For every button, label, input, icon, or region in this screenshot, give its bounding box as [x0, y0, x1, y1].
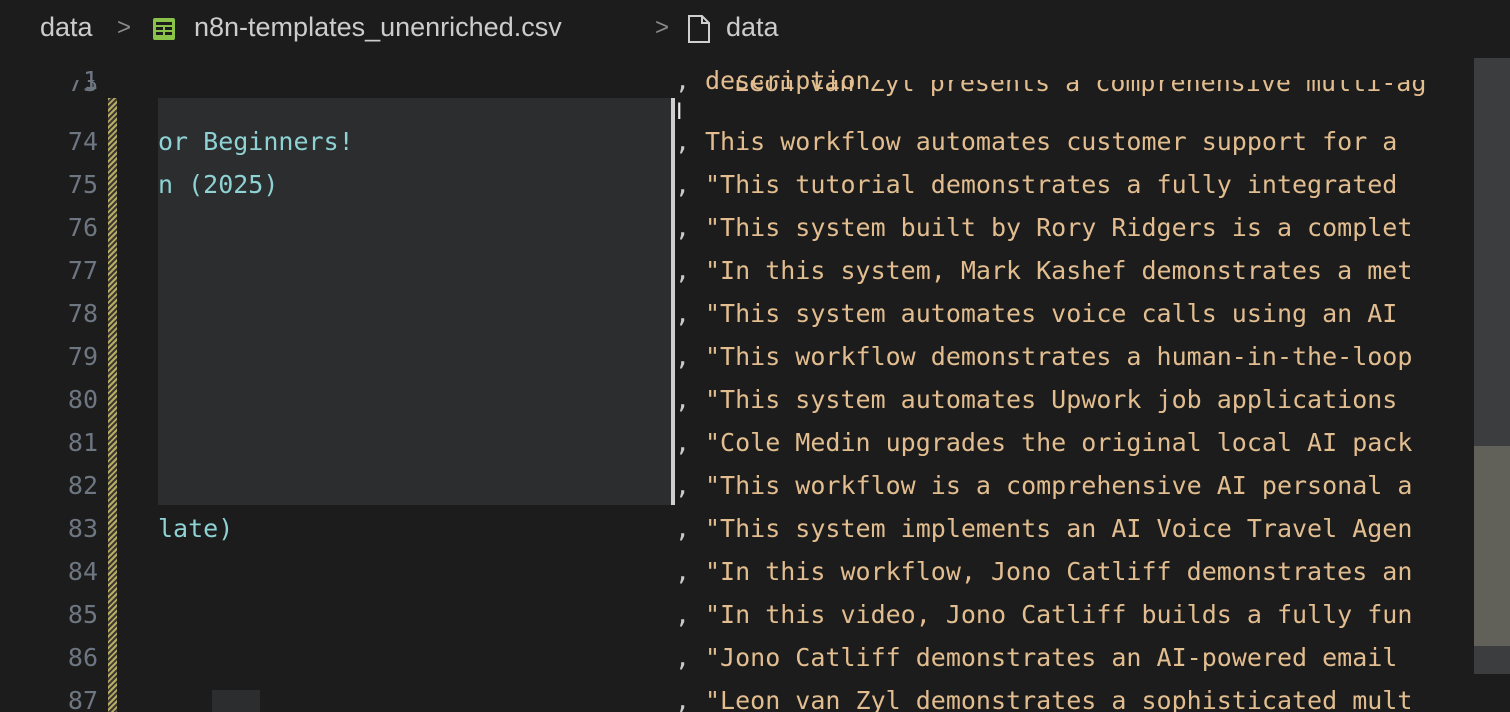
field-separator: , [675, 428, 691, 457]
field-separator: , [675, 127, 691, 156]
breadcrumb-separator: > [117, 14, 132, 41]
breadcrumb-separator: > [655, 14, 670, 41]
field-separator: , [675, 471, 691, 500]
breadcrumb: data > n8n-templates_unenriched.csv > da… [0, 0, 1510, 58]
row-description: "This workflow is a comprehensive AI per… [705, 471, 1413, 500]
row-name: late) [158, 514, 234, 543]
line-number: 80 [67, 385, 98, 414]
row-description: "Leon van Zyl demonstrates a sophisticat… [705, 686, 1413, 712]
row-description: This workflow automates customer support… [705, 127, 1398, 156]
field-separator: , [675, 686, 691, 712]
csv-editor[interactable]: 1 , description 73 "Leon van Zyl present… [0, 58, 1510, 712]
row-description: "This system automates voice calls using… [705, 299, 1398, 328]
breadcrumb-file[interactable]: n8n-templates_unenriched.csv [194, 12, 562, 43]
table-row[interactable]: 85, "In this video, Jono Catliff builds a… [0, 592, 1510, 635]
line-number: 76 [67, 213, 98, 242]
row-name: or Beginners! [158, 127, 354, 156]
row-description: "In this workflow, Jono Catliff demonstr… [705, 557, 1413, 586]
row-description: "Leon van Zyl presents a comprehensive m… [719, 80, 1427, 97]
line-number: 86 [67, 643, 98, 672]
row-description: "In this video, Jono Catliff builds a fu… [705, 600, 1413, 629]
table-row[interactable]: 78, "This system automates voice calls us… [0, 291, 1510, 334]
field-separator: , [675, 600, 691, 629]
row-description: "This system implements an AI Voice Trav… [705, 514, 1413, 543]
field-separator: , [675, 213, 691, 242]
field-separator: , [675, 643, 691, 672]
line-number: 75 [67, 170, 98, 199]
field-separator: , [675, 557, 691, 586]
ibeam-cursor-icon: I [676, 100, 683, 125]
row-description: "This tutorial demonstrates a fully inte… [705, 170, 1398, 199]
field-separator: , [675, 256, 691, 285]
line-number: 83 [67, 514, 98, 543]
table-row[interactable]: 84, "In this workflow, Jono Catliff demon… [0, 549, 1510, 592]
table-row[interactable]: 86, "Jono Catliff demonstrates an AI-powe… [0, 635, 1510, 678]
line-number: 77 [67, 256, 98, 285]
partial-row: 73 "Leon van Zyl presents a comprehensiv… [0, 80, 1510, 100]
document-icon [688, 15, 710, 43]
table-row[interactable]: 80, "This system automates Upwork job app… [0, 377, 1510, 420]
table-row[interactable]: 81, "Cole Medin upgrades the original loc… [0, 420, 1510, 463]
text-cursor [671, 98, 675, 505]
line-number: 84 [67, 557, 98, 586]
field-separator: , [675, 170, 691, 199]
table-row[interactable]: 75 n (2025), "This tutorial demonstrates a… [0, 162, 1510, 205]
row-description: "This system automates Upwork job applic… [705, 385, 1398, 414]
line-number: 74 [67, 127, 98, 156]
breadcrumb-folder[interactable]: data [40, 12, 93, 43]
line-number: 82 [67, 471, 98, 500]
row-description: "This workflow demonstrates a human-in-t… [705, 342, 1413, 371]
table-row[interactable]: 83 late), "This system implements an AI Vo… [0, 506, 1510, 549]
field-separator: , [675, 514, 691, 543]
line-number: 87 [67, 686, 98, 712]
line-number: 85 [67, 600, 98, 629]
table-row[interactable]: 77, "In this system, Mark Kashef demonstr… [0, 248, 1510, 291]
breadcrumb-symbol[interactable]: data [726, 12, 779, 43]
table-row[interactable]: 79, "This workflow demonstrates a human-i… [0, 334, 1510, 377]
row-description: "Jono Catliff demonstrates an AI-powered… [705, 643, 1398, 672]
line-number: 79 [67, 342, 98, 371]
table-row[interactable]: 74 or Beginners!, This workflow automates … [0, 119, 1510, 162]
row-description: "In this system, Mark Kashef demonstrate… [705, 256, 1413, 285]
field-separator: , [675, 342, 691, 371]
table-row[interactable]: 82, "This workflow is a comprehensive AI … [0, 463, 1510, 506]
row-name: n (2025) [158, 170, 279, 199]
field-separator: , [675, 385, 691, 414]
line-number: 81 [67, 428, 98, 457]
table-row[interactable]: 76, "This system built by Rory Ridgers is… [0, 205, 1510, 248]
scrollbar-thumb[interactable] [1474, 446, 1510, 646]
field-separator: , [675, 299, 691, 328]
row-description: "This system built by Rory Ridgers is a … [705, 213, 1413, 242]
selection-fragment [212, 690, 260, 712]
line-number: 73 [67, 80, 98, 97]
csv-table-icon [153, 18, 175, 40]
row-description: "Cole Medin upgrades the original local … [705, 428, 1413, 457]
line-number: 78 [67, 299, 98, 328]
